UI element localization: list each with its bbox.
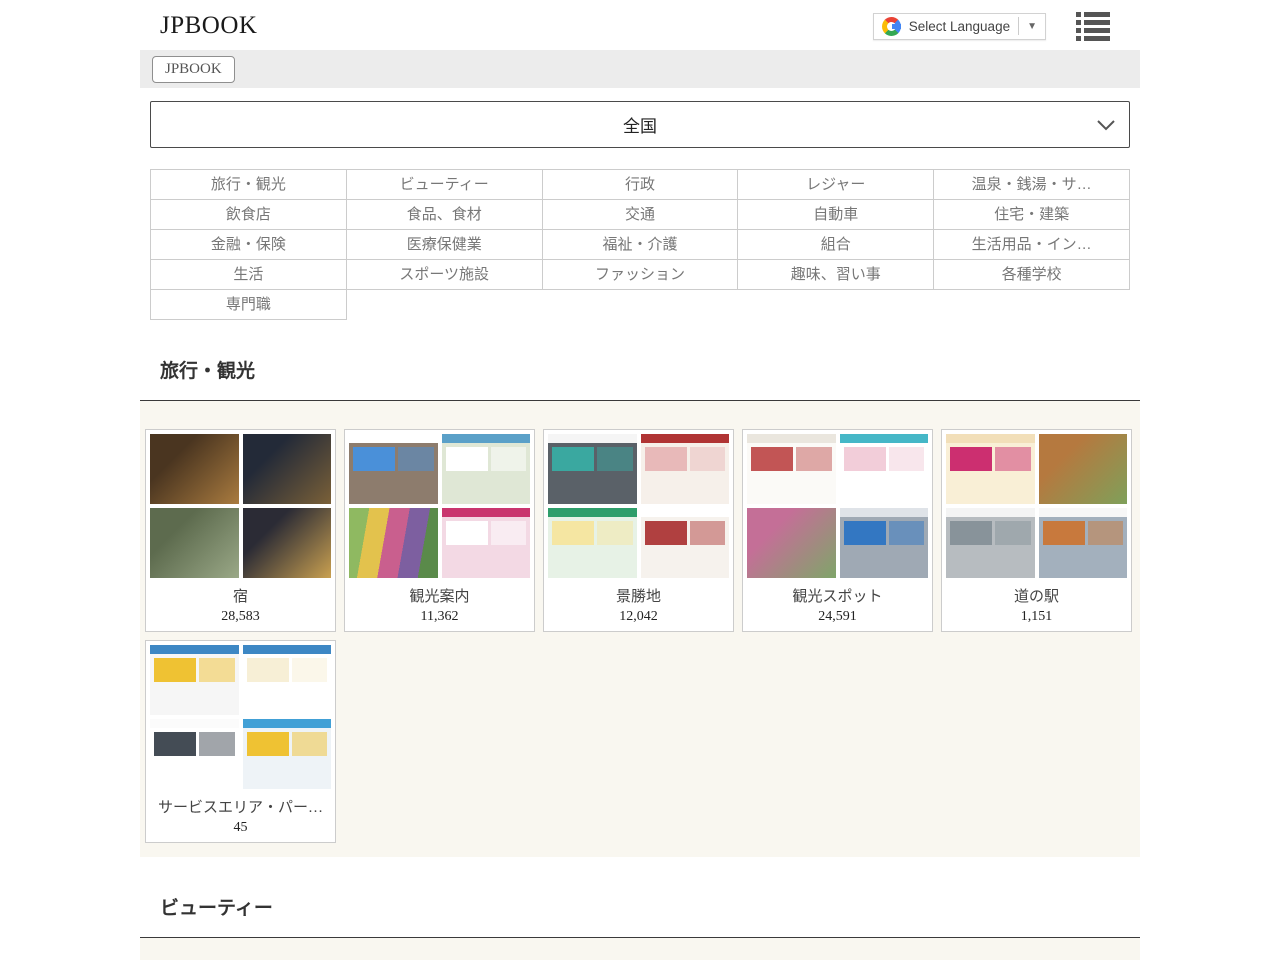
site-thumbnail <box>243 434 332 504</box>
category-item[interactable]: スポーツ施設 <box>347 260 543 290</box>
site-thumbnail <box>442 434 531 504</box>
thumbnail-collage <box>150 645 331 789</box>
category-item[interactable]: ファッション <box>543 260 739 290</box>
site-thumbnail <box>243 719 332 789</box>
card-title: 景勝地 <box>548 585 729 606</box>
site-thumbnail <box>349 434 438 504</box>
thumbnail-collage <box>747 434 928 578</box>
category-sections: 旅行・観光宿 28,583 観光案内 11,362 景勝地 12,042 観光スポット 24,… <box>140 356 1140 960</box>
site-thumbnail <box>747 508 836 578</box>
category-item[interactable]: 食品、食材 <box>347 200 543 230</box>
site-thumbnail <box>150 508 239 578</box>
card-grid <box>140 938 1140 960</box>
subcategory-card[interactable]: 道の駅 1,151 <box>941 429 1132 632</box>
category-item[interactable]: 生活用品・イン… <box>934 230 1130 260</box>
site-thumbnail <box>641 434 730 504</box>
translate-separator <box>1018 17 1019 35</box>
site-thumbnail <box>747 434 836 504</box>
breadcrumb-home-button[interactable]: JPBOOK <box>152 56 235 83</box>
list-menu-icon[interactable] <box>1076 12 1110 41</box>
thumbnail-collage <box>150 434 331 578</box>
card-count: 1,151 <box>946 609 1127 627</box>
category-item[interactable]: 温泉・銭湯・サ… <box>934 170 1130 200</box>
site-thumbnail <box>1039 508 1128 578</box>
category-item[interactable]: 医療保健業 <box>347 230 543 260</box>
google-logo-icon <box>882 17 901 36</box>
section-title: ビューティー <box>160 893 1140 920</box>
category-item[interactable]: 福祉・介護 <box>543 230 739 260</box>
category-item[interactable]: 生活 <box>151 260 347 290</box>
card-grid: 宿 28,583 観光案内 11,362 景勝地 12,042 観光スポット 24,591 道の… <box>140 401 1140 857</box>
card-count: 28,583 <box>150 609 331 627</box>
breadcrumb: JPBOOK <box>140 50 1140 88</box>
site-thumbnail <box>442 508 531 578</box>
category-item[interactable]: 住宅・建築 <box>934 200 1130 230</box>
site-title: JPBOOK <box>160 12 257 40</box>
category-item[interactable]: 各種学校 <box>934 260 1130 290</box>
card-count: 45 <box>150 820 331 838</box>
category-item[interactable]: 行政 <box>543 170 739 200</box>
subcategory-card[interactable]: 景勝地 12,042 <box>543 429 734 632</box>
page-container: JPBOOK Select Language ▼ JPBOOK 全国 <box>140 0 1140 960</box>
site-thumbnail <box>840 508 929 578</box>
site-header: JPBOOK Select Language ▼ <box>140 0 1140 50</box>
category-item[interactable]: 組合 <box>738 230 934 260</box>
subcategory-card[interactable]: 宿 28,583 <box>145 429 336 632</box>
category-item[interactable]: 交通 <box>543 200 739 230</box>
category-item[interactable]: 金融・保険 <box>151 230 347 260</box>
subcategory-card[interactable]: 観光案内 11,362 <box>344 429 535 632</box>
site-thumbnail <box>641 508 730 578</box>
chevron-down-icon <box>1097 120 1115 131</box>
translate-label: Select Language <box>909 19 1010 34</box>
thumbnail-collage <box>946 434 1127 578</box>
site-thumbnail <box>548 434 637 504</box>
site-thumbnail <box>840 434 929 504</box>
site-thumbnail <box>150 645 239 715</box>
category-item[interactable]: 飲食店 <box>151 200 347 230</box>
site-thumbnail <box>243 645 332 715</box>
section-title: 旅行・観光 <box>160 356 1140 383</box>
site-thumbnail <box>1039 434 1128 504</box>
card-count: 11,362 <box>349 609 530 627</box>
card-title: 観光スポット <box>747 585 928 606</box>
card-count: 24,591 <box>747 609 928 627</box>
card-title: サービスエリア・パー… <box>150 796 331 817</box>
site-thumbnail <box>150 434 239 504</box>
site-thumbnail <box>548 508 637 578</box>
card-count: 12,042 <box>548 609 729 627</box>
card-title: 道の駅 <box>946 585 1127 606</box>
site-thumbnail <box>946 508 1035 578</box>
subcategory-card[interactable]: 観光スポット 24,591 <box>742 429 933 632</box>
category-grid: 旅行・観光ビューティー行政レジャー温泉・銭湯・サ… 飲食店食品、食材交通自動車住宅… <box>150 169 1130 320</box>
translate-dropdown-arrow-icon: ▼ <box>1027 21 1037 32</box>
subcategory-card[interactable]: サービスエリア・パー… 45 <box>145 640 336 843</box>
category-item[interactable]: 趣味、習い事 <box>738 260 934 290</box>
site-thumbnail <box>946 434 1035 504</box>
category-item[interactable]: ビューティー <box>347 170 543 200</box>
site-thumbnail <box>243 508 332 578</box>
category-item[interactable]: 自動車 <box>738 200 934 230</box>
google-translate-widget[interactable]: Select Language ▼ <box>873 13 1046 40</box>
site-thumbnail <box>349 508 438 578</box>
region-select-value: 全国 <box>623 112 657 137</box>
category-item[interactable]: 専門職 <box>151 290 347 320</box>
thumbnail-collage <box>349 434 530 578</box>
card-title: 宿 <box>150 585 331 606</box>
card-title: 観光案内 <box>349 585 530 606</box>
category-item[interactable]: 旅行・観光 <box>151 170 347 200</box>
region-select[interactable]: 全国 <box>150 101 1130 148</box>
thumbnail-collage <box>548 434 729 578</box>
category-item[interactable]: レジャー <box>738 170 934 200</box>
site-thumbnail <box>150 719 239 789</box>
